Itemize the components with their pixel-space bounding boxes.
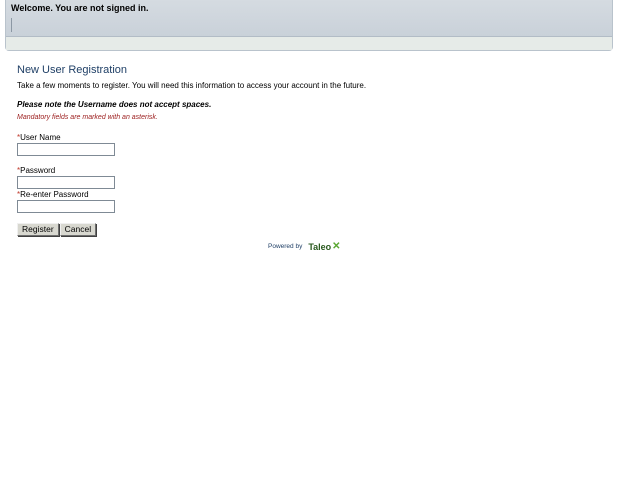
form-buttons: Register Cancel [17, 223, 97, 236]
taleo-logo-text: Taleo [308, 241, 332, 252]
reenter-password-label: Re-enter Password [20, 190, 89, 199]
username-label: User Name [20, 133, 61, 142]
username-note: Please note the Username does not accept… [17, 100, 212, 109]
powered-by-label: Powered by [268, 243, 303, 250]
intro-text: Take a few moments to register. You will… [17, 81, 367, 90]
username-field-group: *User Name [17, 133, 115, 156]
header-bar: Welcome. You are not signed in. [5, 0, 613, 51]
mandatory-note: Mandatory fields are marked with an aste… [17, 114, 158, 121]
header-strip [6, 37, 612, 50]
cancel-button[interactable]: Cancel [59, 223, 97, 236]
register-button[interactable]: Register [17, 223, 59, 236]
taleo-logo[interactable]: Taleo ✕ [308, 241, 340, 252]
reenter-password-input[interactable] [17, 200, 115, 213]
header-divider [11, 18, 12, 32]
password-label: Password [20, 166, 56, 175]
taleo-x-icon: ✕ [332, 241, 341, 252]
page-title: New User Registration [17, 64, 128, 76]
password-field-group: *Password [17, 166, 115, 189]
username-input[interactable] [17, 143, 115, 156]
username-label-row: *User Name [17, 133, 115, 142]
reenter-password-field-group: *Re-enter Password [17, 190, 115, 213]
password-label-row: *Password [17, 166, 115, 175]
reenter-password-label-row: *Re-enter Password [17, 190, 115, 199]
password-input[interactable] [17, 176, 115, 189]
welcome-text: Welcome. You are not signed in. [11, 3, 149, 13]
powered-by-footer: Powered by Taleo ✕ [268, 241, 341, 252]
header-top: Welcome. You are not signed in. [6, 0, 612, 37]
